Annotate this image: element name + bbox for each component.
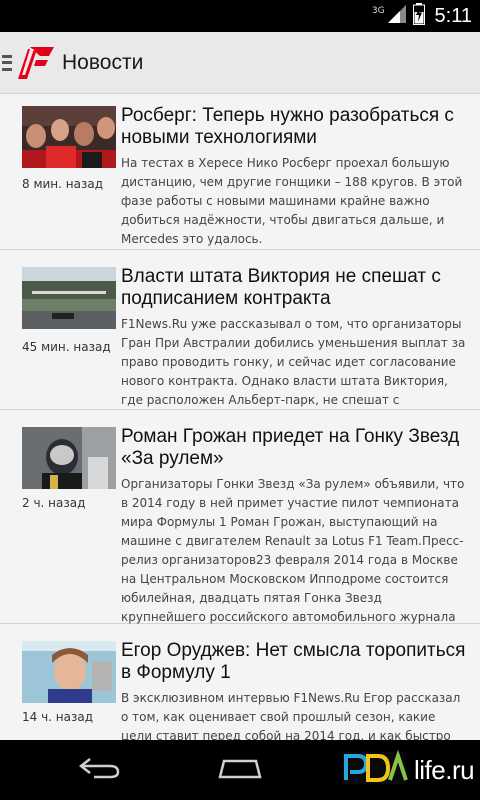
news-time: 2 ч. назад [22, 496, 86, 510]
news-summary: На тестах в Хересе Нико Росберг проехал … [121, 156, 463, 246]
news-thumbnail [22, 106, 116, 168]
clock: 5:11 [434, 4, 472, 27]
home-icon [216, 757, 264, 783]
pdalife-logo-icon [340, 748, 410, 792]
news-title[interactable]: Росберг: Теперь нужно разобраться с новы… [121, 105, 466, 149]
news-time: 14 ч. назад [22, 710, 94, 724]
news-thumbnail [22, 427, 116, 489]
news-item[interactable]: 45 мин. назад Власти штата Виктория не с… [0, 250, 480, 426]
news-title[interactable]: Егор Оруджев: Нет смысла торопиться в Фо… [121, 640, 466, 684]
battery-icon [412, 3, 425, 29]
news-summary: В эксклюзивном интервью F1News.Ru Егор р… [121, 691, 461, 740]
news-feed[interactable]: 8 мин. назад Росберг: Теперь нужно разоб… [0, 94, 480, 740]
back-icon [78, 757, 122, 783]
news-item[interactable]: 8 мин. назад Росберг: Теперь нужно разоб… [0, 94, 480, 250]
back-button[interactable] [70, 752, 130, 788]
news-title[interactable]: Власти штата Виктория не спешат с подпис… [121, 266, 466, 310]
status-bar: 3G 5:11 [0, 0, 480, 32]
news-title[interactable]: Роман Грожан приедет на Гонку Звезд «За … [121, 426, 466, 470]
screen-title: Новости [62, 50, 144, 74]
action-bar: Новости [0, 32, 480, 94]
news-time: 8 мин. назад [22, 177, 104, 191]
watermark-text: life.ru [414, 754, 475, 785]
network-type: 3G [371, 6, 385, 16]
news-summary: Организаторы Гонки Звезд «За рулем» объя… [121, 477, 465, 643]
news-thumbnail [22, 641, 116, 703]
news-time: 45 мин. назад [22, 340, 111, 354]
news-thumbnail [22, 267, 116, 329]
f1news-logo[interactable] [16, 43, 56, 83]
home-button[interactable] [210, 752, 270, 788]
hamburger-icon[interactable] [2, 53, 14, 73]
news-item[interactable]: 2 ч. назад Роман Грожан приедет на Гонку… [0, 410, 480, 643]
signal-icon [387, 4, 407, 28]
news-item[interactable]: 14 ч. назад Егор Оруджев: Нет смысла тор… [0, 624, 480, 740]
pdalife-watermark: life.ru [340, 748, 476, 792]
